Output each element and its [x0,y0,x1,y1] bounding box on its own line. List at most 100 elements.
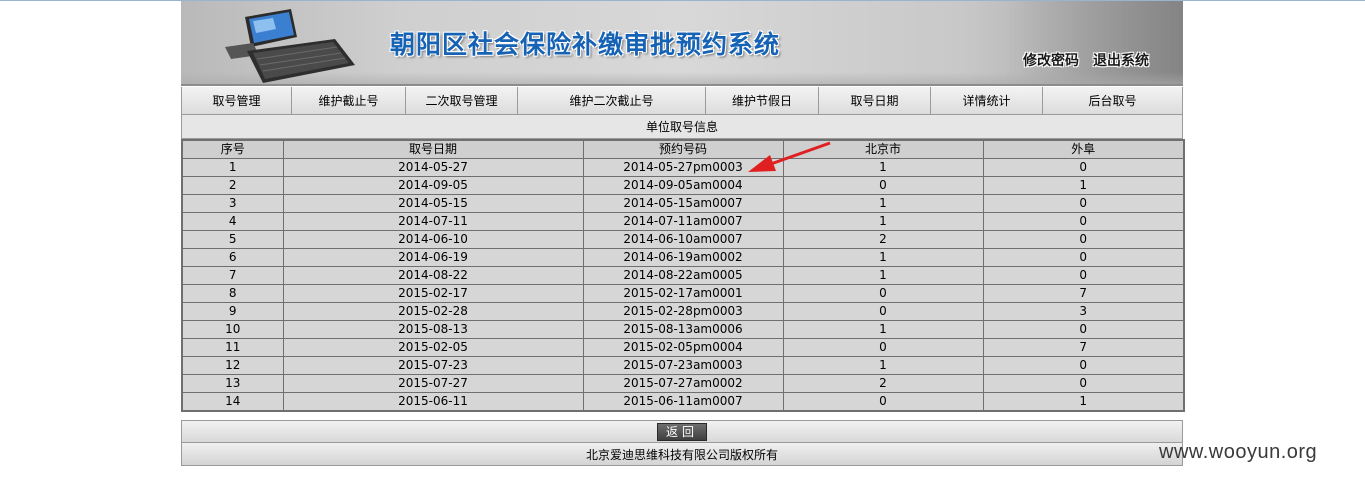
cell-index: 5 [181,230,284,249]
cell-other-region: 1 [982,176,1185,195]
nav-second-ticket-management[interactable]: 二次取号管理 [406,87,518,115]
nav-maintain-holidays[interactable]: 维护节假日 [706,87,819,115]
cell-beijing: 0 [782,176,984,195]
table-row: 3 2014-05-15 2014-05-15am0007 1 0 [181,194,1185,213]
cell-other-region: 0 [982,266,1185,285]
cell-beijing: 0 [782,392,984,412]
table-row: 5 2014-06-10 2014-06-10am0007 2 0 [181,230,1185,249]
ticket-table: 序号 取号日期 预约号码 北京市 外阜 1 2014-05-27 2014-05-2… [181,139,1185,412]
cell-date: 2014-09-05 [282,176,584,195]
column-header-appointment-no: 预约号码 [582,139,784,159]
nav-ticket-management[interactable]: 取号管理 [181,87,292,115]
cell-index: 8 [181,284,284,303]
table-row: 1 2014-05-27 2014-05-27pm0003 1 0 [181,158,1185,177]
cell-date: 2014-06-10 [282,230,584,249]
cell-date: 2014-05-15 [282,194,584,213]
cell-date: 2014-07-11 [282,212,584,231]
cell-date: 2014-05-27 [282,158,584,177]
table-row: 9 2015-02-28 2015-02-28pm0003 0 3 [181,302,1185,321]
cell-index: 2 [181,176,284,195]
cell-other-region: 0 [982,194,1185,213]
cell-beijing: 1 [782,212,984,231]
cell-index: 4 [181,212,284,231]
logout-link[interactable]: 退出系统 [1093,50,1149,70]
table-row: 8 2015-02-17 2015-02-17am0001 0 7 [181,284,1185,303]
cell-appointment-no: 2015-08-13am0006 [582,320,784,339]
table-row: 10 2015-08-13 2015-08-13am0006 1 0 [181,320,1185,339]
cell-index: 6 [181,248,284,267]
back-bar: 返回 [181,420,1183,442]
cell-beijing: 1 [782,266,984,285]
cell-beijing: 0 [782,284,984,303]
cell-other-region: 0 [982,374,1185,393]
cell-appointment-no: 2014-09-05am0004 [582,176,784,195]
section-title: 单位取号信息 [181,115,1183,139]
cell-beijing: 1 [782,320,984,339]
cell-appointment-no: 2015-06-11am0007 [582,392,784,412]
column-header-index: 序号 [181,139,284,159]
tablet-keyboard-illustration [225,9,355,83]
table-row: 7 2014-08-22 2014-08-22am0005 1 0 [181,266,1185,285]
cell-appointment-no: 2014-08-22am0005 [582,266,784,285]
cell-other-region: 3 [982,302,1185,321]
cell-date: 2015-08-13 [282,320,584,339]
cell-date: 2015-07-23 [282,356,584,375]
nav-detail-statistics[interactable]: 详情统计 [931,87,1043,115]
main-nav: 取号管理 维护截止号 二次取号管理 维护二次截止号 维护节假日 取号日期 详情统… [181,86,1183,115]
nav-maintain-second-cutoff[interactable]: 维护二次截止号 [518,87,706,115]
cell-beijing: 0 [782,338,984,357]
cell-date: 2015-02-05 [282,338,584,357]
cell-other-region: 0 [982,320,1185,339]
footer-copyright: 北京爱迪思维科技有限公司版权所有 [181,442,1183,466]
table-row: 2 2014-09-05 2014-09-05am0004 0 1 [181,176,1185,195]
cell-appointment-no: 2015-07-23am0003 [582,356,784,375]
table-row: 6 2014-06-19 2014-06-19am0002 1 0 [181,248,1185,267]
cell-beijing: 1 [782,158,984,177]
cell-beijing: 0 [782,302,984,321]
cell-other-region: 0 [982,356,1185,375]
table-row: 12 2015-07-23 2015-07-23am0003 1 0 [181,356,1185,375]
table-row: 11 2015-02-05 2015-02-05pm0004 0 7 [181,338,1185,357]
column-header-date: 取号日期 [282,139,584,159]
nav-backend-ticket[interactable]: 后台取号 [1043,87,1183,115]
cell-other-region: 1 [982,392,1185,412]
cell-appointment-no: 2014-05-27pm0003 [582,158,784,177]
change-password-link[interactable]: 修改密码 [1023,50,1079,70]
cell-beijing: 1 [782,248,984,267]
cell-date: 2015-02-28 [282,302,584,321]
cell-date: 2014-08-22 [282,266,584,285]
cell-index: 12 [181,356,284,375]
nav-ticket-dates[interactable]: 取号日期 [819,87,931,115]
cell-appointment-no: 2014-06-10am0007 [582,230,784,249]
cell-other-region: 0 [982,158,1185,177]
cell-date: 2015-02-17 [282,284,584,303]
cell-date: 2014-06-19 [282,248,584,267]
cell-appointment-no: 2015-02-17am0001 [582,284,784,303]
cell-other-region: 7 [982,284,1185,303]
cell-index: 7 [181,266,284,285]
cell-appointment-no: 2015-07-27am0002 [582,374,784,393]
cell-beijing: 1 [782,194,984,213]
column-header-other-region: 外阜 [982,139,1185,159]
app-frame: 朝阳区社会保险补缴审批预约系统 修改密码 退出系统 取号管理 维护截止号 二次取… [181,1,1185,466]
cell-appointment-no: 2014-05-15am0007 [582,194,784,213]
cell-date: 2015-06-11 [282,392,584,412]
table-row: 14 2015-06-11 2015-06-11am0007 0 1 [181,392,1185,412]
nav-maintain-cutoff[interactable]: 维护截止号 [292,87,406,115]
cell-index: 13 [181,374,284,393]
cell-date: 2015-07-27 [282,374,584,393]
system-title: 朝阳区社会保险补缴审批预约系统 [390,30,781,59]
cell-beijing: 1 [782,356,984,375]
table-row: 13 2015-07-27 2015-07-27am0002 2 0 [181,374,1185,393]
cell-other-region: 0 [982,212,1185,231]
cell-index: 9 [181,302,284,321]
back-button[interactable]: 返回 [657,423,707,441]
cell-index: 14 [181,392,284,412]
watermark: www.wooyun.org [1159,441,1318,463]
column-header-beijing: 北京市 [782,139,984,159]
header-banner: 朝阳区社会保险补缴审批预约系统 修改密码 退出系统 [181,1,1183,86]
header-links: 修改密码 退出系统 [1023,50,1149,70]
cell-appointment-no: 2015-02-05pm0004 [582,338,784,357]
cell-appointment-no: 2014-06-19am0002 [582,248,784,267]
table-header-row: 序号 取号日期 预约号码 北京市 外阜 [181,139,1185,159]
